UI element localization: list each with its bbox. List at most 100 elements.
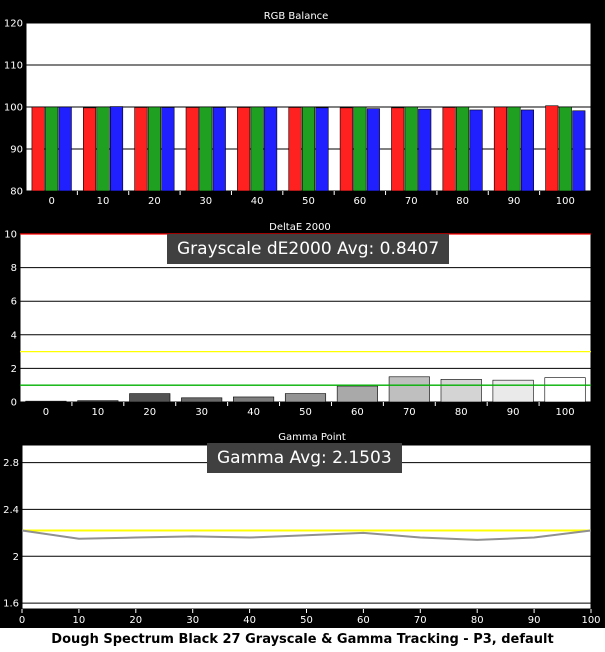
rgb-bar-blue bbox=[58, 106, 72, 192]
rgb-bar-red bbox=[391, 107, 405, 192]
gamma-y-tick-label: 2.4 bbox=[3, 505, 19, 516]
delta-bar bbox=[77, 400, 119, 403]
rgb-bar-green bbox=[147, 106, 161, 192]
delta-x-tick-label: 20 bbox=[143, 407, 156, 418]
delta-bar bbox=[25, 400, 67, 403]
rgb-y-tick-label: 90 bbox=[10, 145, 23, 156]
delta-bar bbox=[284, 393, 327, 403]
delta-bar bbox=[388, 376, 430, 403]
gamma-x-tick-label: 50 bbox=[300, 615, 313, 626]
rgb-x-tick-label: 0 bbox=[48, 196, 54, 207]
rgb-bar-green bbox=[199, 106, 213, 192]
delta-bar bbox=[336, 385, 378, 403]
delta-x-tick-label: 40 bbox=[247, 407, 260, 418]
rgb-bar-green bbox=[507, 106, 521, 192]
rgb-bar-blue bbox=[161, 107, 175, 192]
gamma-x-tick-label: 70 bbox=[414, 615, 427, 626]
rgb-bar-red bbox=[493, 106, 508, 192]
delta-average-label: Grayscale dE2000 Avg: 0.8407 bbox=[167, 234, 450, 264]
delta-y-tick-label: 6 bbox=[11, 297, 17, 308]
delta-x-tick-label: 10 bbox=[91, 407, 104, 418]
gamma-y-tick-label: 2 bbox=[13, 552, 19, 563]
rgb-title: RGB Balance bbox=[264, 11, 329, 22]
rgb-bar-red bbox=[339, 107, 353, 192]
rgb-bar-green bbox=[45, 106, 59, 192]
chart-figure: RGB Balance DeltaE 2000 Gamma Point 80 90… bbox=[0, 0, 605, 628]
rgb-y-tick-label: 110 bbox=[4, 61, 23, 72]
rgb-y-tick-label: 100 bbox=[4, 103, 23, 114]
charts-svg: RGB Balance DeltaE 2000 Gamma Point 8090… bbox=[3, 11, 600, 626]
delta-x-tick-label: 30 bbox=[195, 407, 208, 418]
rgb-x-tick-label: 50 bbox=[302, 196, 315, 207]
delta-x-tick-label: 80 bbox=[455, 407, 468, 418]
gamma-y-tick-label: 1.6 bbox=[3, 599, 19, 610]
gamma-x-tick-label: 80 bbox=[471, 615, 484, 626]
delta-bar bbox=[492, 379, 534, 403]
rgb-bar-blue bbox=[520, 109, 535, 192]
rgb-x-tick-label: 60 bbox=[353, 196, 366, 207]
rgb-x-tick-label: 30 bbox=[199, 196, 212, 207]
gamma-x-tick-label: 60 bbox=[357, 615, 370, 626]
rgb-bar-blue bbox=[212, 107, 226, 192]
rgb-bar-red bbox=[545, 105, 559, 192]
delta-bar bbox=[440, 379, 482, 403]
rgb-bar-green bbox=[456, 106, 470, 192]
rgb-bar-blue bbox=[109, 106, 124, 192]
rgb-bar-red bbox=[288, 107, 302, 192]
rgb-x-tick-label: 100 bbox=[556, 196, 575, 207]
delta-bar bbox=[544, 377, 586, 403]
rgb-bar-red bbox=[185, 107, 199, 192]
delta-bar bbox=[181, 397, 223, 403]
delta-title: DeltaE 2000 bbox=[269, 222, 331, 233]
rgb-bar-blue bbox=[469, 109, 483, 192]
gamma-x-tick-label: 10 bbox=[73, 615, 86, 626]
gamma-x-tick-label: 40 bbox=[243, 615, 256, 626]
rgb-bar-red bbox=[31, 106, 45, 192]
rgb-bar-green bbox=[96, 106, 110, 192]
rgb-x-tick-label: 80 bbox=[456, 196, 469, 207]
rgb-bar-green bbox=[353, 106, 367, 192]
gamma-x-tick-label: 30 bbox=[186, 615, 199, 626]
figure-caption: Dough Spectrum Black 27 Grayscale & Gamm… bbox=[51, 632, 554, 647]
rgb-bar-blue bbox=[315, 107, 329, 192]
rgb-x-tick-label: 20 bbox=[148, 196, 161, 207]
rgb-bar-red bbox=[134, 107, 148, 192]
rgb-bar-red bbox=[442, 107, 456, 192]
rgb-bar-blue bbox=[264, 106, 278, 192]
rgb-x-tick-label: 90 bbox=[508, 196, 521, 207]
delta-y-tick-label: 0 bbox=[11, 398, 17, 409]
gamma-x-tick-label: 0 bbox=[19, 615, 25, 626]
rgb-bar-green bbox=[301, 106, 316, 192]
rgb-bar-blue bbox=[366, 108, 380, 192]
delta-y-tick-label: 10 bbox=[4, 230, 17, 241]
delta-x-tick-label: 70 bbox=[403, 407, 416, 418]
delta-bar bbox=[233, 396, 275, 403]
rgb-bar-red bbox=[237, 107, 251, 192]
rgb-x-tick-label: 10 bbox=[97, 196, 110, 207]
delta-x-tick-label: 50 bbox=[299, 407, 312, 418]
delta-y-tick-label: 4 bbox=[11, 330, 17, 341]
gamma-x-tick-label: 90 bbox=[528, 615, 541, 626]
delta-x-tick-label: 60 bbox=[351, 407, 364, 418]
gamma-x-tick-label: 100 bbox=[581, 615, 600, 626]
delta-x-tick-label: 0 bbox=[43, 407, 49, 418]
rgb-bar-green bbox=[558, 106, 572, 192]
delta-x-tick-label: 100 bbox=[555, 407, 574, 418]
rgb-bar-green bbox=[404, 106, 418, 192]
gamma-x-tick-label: 20 bbox=[129, 615, 142, 626]
delta-bar bbox=[129, 393, 171, 403]
rgb-x-tick-label: 40 bbox=[251, 196, 264, 207]
delta-y-tick-label: 2 bbox=[11, 364, 17, 375]
delta-y-tick-label: 8 bbox=[11, 263, 17, 274]
rgb-bar-blue bbox=[418, 108, 432, 192]
gamma-title: Gamma Point bbox=[278, 432, 346, 443]
gamma-y-tick-label: 2.8 bbox=[3, 458, 19, 469]
delta-x-tick-label: 90 bbox=[507, 407, 520, 418]
rgb-bar-red bbox=[82, 107, 97, 192]
rgb-y-tick-label: 80 bbox=[10, 187, 23, 198]
gamma-average-label: Gamma Avg: 2.1503 bbox=[207, 443, 402, 473]
rgb-bar-green bbox=[250, 106, 264, 192]
rgb-x-tick-label: 70 bbox=[405, 196, 418, 207]
rgb-y-tick-label: 120 bbox=[4, 19, 23, 30]
rgb-bar-blue bbox=[572, 110, 586, 192]
